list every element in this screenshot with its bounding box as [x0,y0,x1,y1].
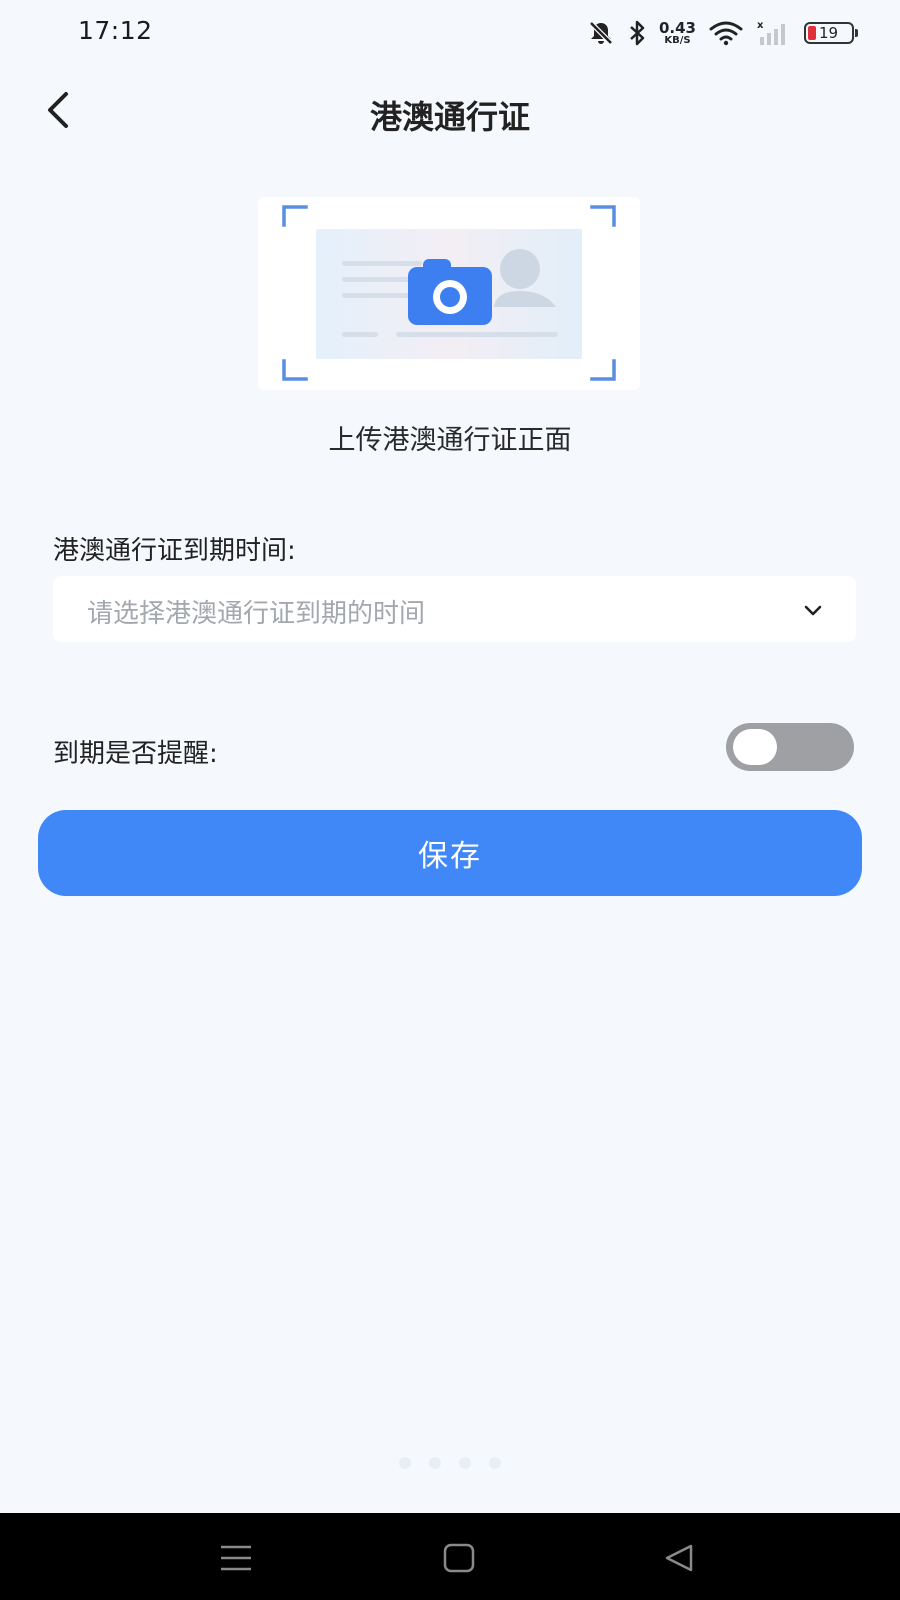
upload-front-card[interactable] [258,197,640,390]
chevron-down-icon [804,605,822,616]
battery-level: 19 [819,24,839,42]
wifi-icon [709,21,743,46]
status-time: 17:12 [78,16,153,45]
status-icons: 0.43 KB/S x 19 [587,16,858,50]
signal-icon: x [757,20,785,45]
net-speed: 0.43 KB/S [658,18,696,46]
net-speed-unit: KB/S [664,34,691,46]
reminder-label: 到期是否提醒: [53,739,218,769]
page-dot [399,1457,411,1469]
net-speed-value: 0.43 [658,18,696,37]
expiry-date-label: 港澳通行证到期时间: [53,536,296,566]
mute-bell-icon [589,21,613,45]
toggle-knob [733,729,777,765]
battery-icon: 19 [804,22,858,44]
system-nav-bar [0,1513,900,1600]
upload-caption: 上传港澳通行证正面 [328,425,572,456]
expiry-date-placeholder: 请选择港澳通行证到期的时间 [87,599,426,629]
page-dot [459,1457,471,1469]
save-button[interactable]: 保存 [38,810,862,896]
page-dot [429,1457,441,1469]
back-triangle-icon[interactable] [655,1533,705,1583]
id-card-illustration [282,205,616,381]
battery-fill [808,26,816,40]
menu-icon[interactable] [211,1533,261,1583]
page-title: 港澳通行证 [369,98,530,136]
header: 港澳通行证 [0,70,900,156]
camera-icon [408,259,492,325]
page-dot [489,1457,501,1469]
svg-text:x: x [757,20,764,31]
home-icon[interactable] [434,1533,484,1583]
reminder-toggle[interactable] [726,723,854,771]
expiry-date-select[interactable]: 请选择港澳通行证到期的时间 [53,576,856,642]
status-bar: 17:12 0.43 KB/S x 19 [0,0,900,64]
bluetooth-icon [630,20,645,46]
page-dots [0,1457,900,1469]
